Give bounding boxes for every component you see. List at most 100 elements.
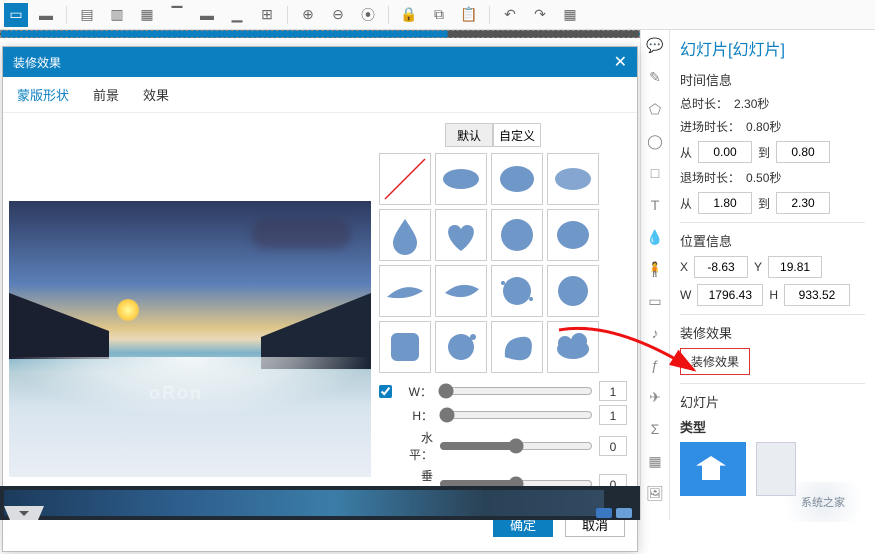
shape-stroke-1[interactable] bbox=[379, 265, 431, 317]
type-thumb-1[interactable] bbox=[680, 442, 746, 496]
ring-icon[interactable]: ◯ bbox=[644, 130, 666, 152]
w-input[interactable] bbox=[697, 284, 763, 306]
slides-icon[interactable]: ▦ bbox=[558, 3, 582, 27]
align-middle-icon[interactable]: ▬ bbox=[195, 3, 219, 27]
section-time: 时间信息 bbox=[680, 70, 865, 89]
plane-icon[interactable]: ✈ bbox=[644, 386, 666, 408]
tab-effects[interactable]: 效果 bbox=[143, 81, 169, 108]
shape-splat-1[interactable] bbox=[491, 265, 543, 317]
effects-button[interactable]: 装修效果 bbox=[680, 348, 750, 375]
zoom-in-icon[interactable]: ⊕ bbox=[296, 3, 320, 27]
separator bbox=[489, 6, 490, 24]
square-icon[interactable]: □ bbox=[644, 162, 666, 184]
align-right-icon[interactable]: ▦ bbox=[135, 3, 159, 27]
close-icon[interactable]: ✕ bbox=[614, 52, 627, 72]
drop-icon[interactable]: 💧 bbox=[644, 226, 666, 248]
tab-foreground[interactable]: 前景 bbox=[93, 81, 119, 108]
shape-splat-2[interactable] bbox=[435, 321, 487, 373]
shape-none[interactable] bbox=[379, 153, 431, 205]
sigma-icon[interactable]: Σ bbox=[644, 418, 666, 440]
lock-wh-checkbox[interactable] bbox=[379, 385, 392, 398]
timeline[interactable] bbox=[0, 486, 640, 520]
enter-duration-value: 0.80秒 bbox=[746, 118, 792, 135]
y-input[interactable] bbox=[768, 256, 822, 278]
separator bbox=[66, 6, 67, 24]
separator bbox=[680, 383, 865, 384]
pentagon-icon[interactable]: ⬠ bbox=[644, 98, 666, 120]
to-label-1: 到 bbox=[758, 144, 770, 161]
tab-mask-shape[interactable]: 蒙版形状 bbox=[17, 81, 69, 108]
image-icon[interactable]: 🖼 bbox=[644, 482, 666, 504]
timeline-handle[interactable] bbox=[4, 506, 44, 520]
lock-icon[interactable]: 🔒 bbox=[397, 3, 421, 27]
flash-icon[interactable]: ƒ bbox=[644, 354, 666, 376]
shape-brush-2[interactable] bbox=[491, 153, 543, 205]
copy-icon[interactable]: ⧉ bbox=[427, 3, 451, 27]
shape-circle[interactable] bbox=[491, 209, 543, 261]
dialog-title: 装修效果 bbox=[13, 54, 61, 71]
exit-duration-value: 0.50秒 bbox=[746, 169, 792, 186]
type-thumb-2[interactable] bbox=[756, 442, 796, 496]
from-label-2: 从 bbox=[680, 195, 692, 212]
shape-square-soft[interactable] bbox=[379, 321, 431, 373]
align-center-icon[interactable]: ▥ bbox=[105, 3, 129, 27]
shape-blob-1[interactable] bbox=[547, 209, 599, 261]
slider-h-label: H： bbox=[399, 407, 433, 424]
align-bottom-icon[interactable]: ▁ bbox=[225, 3, 249, 27]
icon-rail: 💬 ✎ ⬠ ◯ □ T 💧 🧍 ▭ ♪ ƒ ✈ Σ ▦ 🖼 bbox=[640, 30, 670, 520]
zoom-out-icon[interactable]: ⊖ bbox=[326, 3, 350, 27]
shape-stroke-2[interactable] bbox=[435, 265, 487, 317]
effects-dialog: 装修效果 ✕ 蒙版形状 前景 效果 oRon 默认 自定义 bbox=[2, 46, 638, 552]
undo-icon[interactable]: ↶ bbox=[498, 3, 522, 27]
section-position: 位置信息 bbox=[680, 231, 865, 250]
separator bbox=[287, 6, 288, 24]
enter-to-input[interactable] bbox=[776, 141, 830, 163]
separator bbox=[388, 6, 389, 24]
shape-brush-3[interactable] bbox=[547, 153, 599, 205]
exit-from-input[interactable] bbox=[698, 192, 752, 214]
h-input[interactable] bbox=[784, 284, 850, 306]
slider-h[interactable] bbox=[439, 407, 593, 423]
distribute-icon[interactable]: ⊞ bbox=[255, 3, 279, 27]
shape-heart[interactable] bbox=[435, 209, 487, 261]
enter-duration-label: 进场时长： bbox=[680, 118, 740, 135]
timeline-chips bbox=[596, 508, 632, 518]
shape-panel: 默认 自定义 bbox=[379, 123, 627, 537]
text-icon[interactable]: T bbox=[644, 194, 666, 216]
shape-drop[interactable] bbox=[379, 209, 431, 261]
shape-gear-blob[interactable] bbox=[547, 265, 599, 317]
slider-h-value: 1 bbox=[599, 405, 627, 425]
edit-icon[interactable]: ▭ bbox=[4, 3, 28, 27]
row-icon[interactable]: ▬ bbox=[34, 3, 58, 27]
redo-icon[interactable]: ↷ bbox=[528, 3, 552, 27]
exit-to-input[interactable] bbox=[776, 192, 830, 214]
paste-icon[interactable]: 📋 bbox=[457, 3, 481, 27]
h-label: H bbox=[769, 288, 778, 302]
shape-splat-3[interactable] bbox=[491, 321, 543, 373]
shape-cloud[interactable] bbox=[547, 321, 599, 373]
from-label-1: 从 bbox=[680, 144, 692, 161]
slider-w[interactable] bbox=[438, 383, 593, 399]
total-duration-value: 2.30秒 bbox=[734, 95, 780, 112]
shape-tab-default[interactable]: 默认 bbox=[445, 123, 493, 147]
x-label: X bbox=[680, 260, 688, 274]
top-toolbar: ▭ ▬ ▤ ▥ ▦ ▔ ▬ ▁ ⊞ ⊕ ⊖ ⦿ 🔒 ⧉ 📋 ↶ ↷ ▦ bbox=[0, 0, 875, 30]
folder-icon[interactable]: ▭ bbox=[644, 290, 666, 312]
dialog-header: 装修效果 ✕ bbox=[3, 47, 637, 77]
shape-brush-1[interactable] bbox=[435, 153, 487, 205]
slider-horizontal[interactable] bbox=[439, 438, 593, 454]
w-label: W bbox=[680, 288, 691, 302]
x-input[interactable] bbox=[694, 256, 748, 278]
shape-tab-custom[interactable]: 自定义 bbox=[493, 123, 541, 147]
calendar-icon[interactable]: ▦ bbox=[644, 450, 666, 472]
pencil-icon[interactable]: ✎ bbox=[644, 66, 666, 88]
enter-from-input[interactable] bbox=[698, 141, 752, 163]
chat-icon[interactable]: 💬 bbox=[644, 34, 666, 56]
section-slide: 幻灯片 bbox=[680, 392, 865, 411]
zoom-reset-icon[interactable]: ⦿ bbox=[356, 3, 380, 27]
preview-image: oRon bbox=[9, 201, 371, 477]
figurine-icon[interactable]: 🧍 bbox=[644, 258, 666, 280]
music-icon[interactable]: ♪ bbox=[644, 322, 666, 344]
align-left-icon[interactable]: ▤ bbox=[75, 3, 99, 27]
align-top-icon[interactable]: ▔ bbox=[165, 3, 189, 27]
